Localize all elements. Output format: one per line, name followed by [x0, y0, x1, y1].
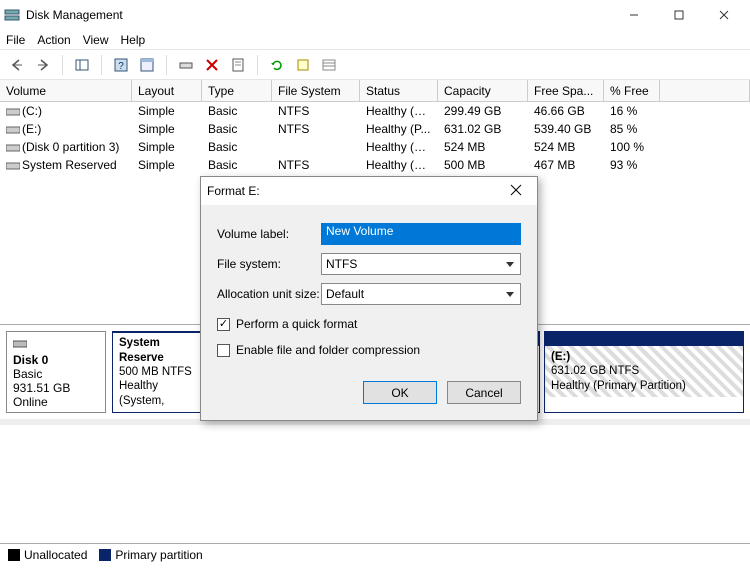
back-icon[interactable] — [6, 54, 28, 76]
format-dialog: Format E: Volume label: New Volume File … — [200, 176, 538, 421]
col-free[interactable]: Free Spa... — [528, 80, 604, 101]
quick-format-checkbox[interactable] — [217, 318, 230, 331]
volume-row[interactable]: (E:)SimpleBasicNTFSHealthy (P...631.02 G… — [0, 120, 750, 138]
refresh-icon[interactable] — [266, 54, 288, 76]
label-volume-label: Volume label: — [217, 227, 321, 241]
menu-help[interactable]: Help — [121, 33, 146, 47]
show-hide-icon[interactable] — [71, 54, 93, 76]
col-spacer — [660, 80, 750, 101]
menu-action[interactable]: Action — [37, 33, 70, 47]
disk-size: 931.51 GB — [13, 381, 99, 395]
empty-lower-pane — [0, 425, 750, 543]
e-l2: 631.02 GB NTFS — [551, 365, 639, 377]
e-name: (E:) — [551, 351, 570, 363]
help-icon[interactable]: ? — [110, 54, 132, 76]
col-volume[interactable]: Volume — [0, 80, 132, 101]
maximize-button[interactable] — [656, 0, 701, 30]
volume-label-input[interactable]: New Volume — [321, 223, 521, 245]
quick-format-label: Perform a quick format — [236, 317, 357, 331]
disk-type: Basic — [13, 367, 99, 381]
disk-card[interactable]: Disk 0 Basic 931.51 GB Online — [6, 331, 106, 413]
properties-icon[interactable] — [227, 54, 249, 76]
col-layout[interactable]: Layout — [132, 80, 202, 101]
file-system-select[interactable]: NTFS — [321, 253, 521, 275]
col-pctfree[interactable]: % Free — [604, 80, 660, 101]
cancel-button[interactable]: Cancel — [447, 381, 521, 404]
e-l3: Healthy (Primary Partition) — [551, 380, 686, 392]
dialog-title: Format E: — [207, 184, 501, 198]
col-filesystem[interactable]: File System — [272, 80, 360, 101]
forward-icon[interactable] — [32, 54, 54, 76]
label-alloc-size: Allocation unit size: — [217, 287, 321, 301]
disk-name: Disk 0 — [13, 353, 99, 367]
col-status[interactable]: Status — [360, 80, 438, 101]
allocation-size-select[interactable]: Default — [321, 283, 521, 305]
pane-icon[interactable] — [136, 54, 158, 76]
legend-unallocated: Unallocated — [8, 548, 87, 562]
sysres-name: System Reserve — [119, 337, 164, 363]
volume-row[interactable]: (Disk 0 partition 3)SimpleBasicHealthy (… — [0, 138, 750, 156]
volume-row[interactable]: (C:)SimpleBasicNTFSHealthy (B...299.49 G… — [0, 102, 750, 120]
close-button[interactable] — [701, 0, 746, 30]
legend-primary: Primary partition — [99, 548, 202, 562]
compression-checkbox[interactable] — [217, 344, 230, 357]
list-icon[interactable] — [318, 54, 340, 76]
partition-e[interactable]: (E:) 631.02 GB NTFS Healthy (Primary Par… — [544, 331, 744, 413]
dialog-close-icon[interactable] — [501, 183, 531, 199]
col-type[interactable]: Type — [202, 80, 272, 101]
disk-management-icon — [4, 7, 20, 23]
compression-checkbox-row[interactable]: Enable file and folder compression — [217, 339, 521, 361]
partition-system-reserved[interactable]: System Reserve 500 MB NTFS Healthy (Syst… — [112, 331, 202, 413]
ok-button[interactable]: OK — [363, 381, 437, 404]
label-file-system: File system: — [217, 257, 321, 271]
quick-format-checkbox-row[interactable]: Perform a quick format — [217, 313, 521, 335]
minimize-button[interactable] — [611, 0, 656, 30]
sysres-l2: 500 MB NTFS — [119, 366, 192, 378]
delete-icon[interactable] — [201, 54, 223, 76]
compression-label: Enable file and folder compression — [236, 343, 420, 357]
disk-icon — [13, 339, 27, 353]
drive-icon[interactable] — [175, 54, 197, 76]
dialog-titlebar[interactable]: Format E: — [201, 177, 537, 205]
disk-status: Online — [13, 395, 99, 409]
menu-view[interactable]: View — [83, 33, 109, 47]
titlebar: Disk Management — [0, 0, 750, 30]
window-title: Disk Management — [26, 8, 611, 22]
col-capacity[interactable]: Capacity — [438, 80, 528, 101]
toolbar: ? — [0, 50, 750, 80]
svg-text:?: ? — [118, 61, 124, 72]
menu-file[interactable]: File — [6, 33, 25, 47]
wizard-icon[interactable] — [292, 54, 314, 76]
legend: Unallocated Primary partition — [0, 543, 750, 565]
volume-header-row: Volume Layout Type File System Status Ca… — [0, 80, 750, 102]
menubar: File Action View Help — [0, 30, 750, 50]
volume-row[interactable]: System ReservedSimpleBasicNTFSHealthy (S… — [0, 156, 750, 174]
sysres-l3: Healthy (System, — [119, 380, 164, 406]
